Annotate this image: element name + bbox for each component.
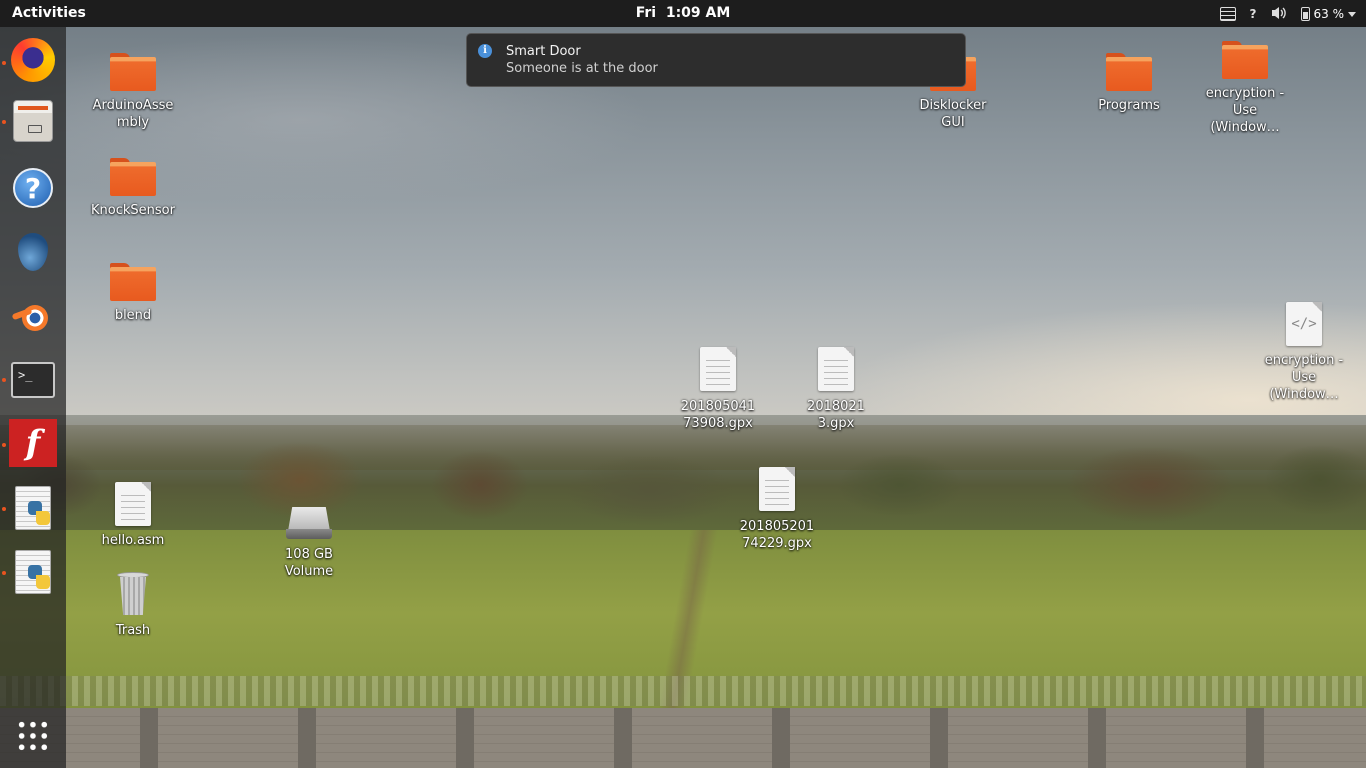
desktop-folder-knocksensor[interactable]: KnockSensor bbox=[85, 158, 181, 219]
desktop-volume[interactable]: 108 GB Volume bbox=[261, 505, 357, 580]
wallpaper-wall bbox=[0, 708, 1366, 768]
dock-fritzing[interactable]: f bbox=[9, 419, 57, 467]
firefox-icon bbox=[11, 38, 55, 82]
info-icon: i bbox=[478, 44, 492, 58]
desktop-icon-label: Disklocker GUI bbox=[919, 98, 987, 130]
desktop-trash[interactable]: Trash bbox=[85, 572, 181, 639]
running-indicator bbox=[2, 571, 6, 575]
text-file-icon bbox=[759, 467, 795, 511]
dock-firefox[interactable] bbox=[9, 36, 57, 84]
top-bar: Activities Fri 1:09 AM ? 63 % bbox=[0, 0, 1366, 27]
battery-percent: 63 % bbox=[1313, 7, 1345, 21]
code-file-icon: </> bbox=[1286, 302, 1322, 346]
clock-area: Fri 1:09 AM bbox=[0, 5, 1366, 21]
desktop-file-encryption[interactable]: </> encryption - Use (Window… bbox=[1256, 302, 1352, 403]
running-indicator bbox=[2, 120, 6, 124]
dock-python-file-2[interactable] bbox=[9, 548, 57, 596]
running-indicator bbox=[2, 507, 6, 511]
desktop-icon-label: 20180504173908.gpx bbox=[680, 399, 756, 431]
dock-drop-app[interactable] bbox=[9, 228, 57, 276]
notification-body: Someone is at the door bbox=[506, 61, 658, 76]
wallpaper-treeline bbox=[0, 425, 1366, 535]
python-file-icon bbox=[15, 486, 51, 530]
drive-icon bbox=[286, 505, 332, 541]
desktop-file-hello-asm[interactable]: hello.asm bbox=[85, 482, 181, 549]
running-indicator bbox=[2, 443, 6, 447]
folder-icon bbox=[110, 53, 156, 91]
dock-help[interactable]: ? bbox=[9, 164, 57, 212]
volume-icon[interactable] bbox=[1271, 6, 1287, 23]
battery-icon bbox=[1300, 7, 1310, 21]
desktop-icon-label: 108 GB Volume bbox=[284, 547, 334, 579]
text-file-icon bbox=[700, 347, 736, 391]
desktop-folder-programs[interactable]: Programs bbox=[1081, 53, 1177, 114]
desktop-icon-label: blend bbox=[114, 308, 152, 323]
trash-icon bbox=[116, 572, 150, 616]
python-file-icon bbox=[15, 550, 51, 594]
system-tray: ? 63 % bbox=[1219, 4, 1356, 24]
desktop-icon-label: hello.asm bbox=[101, 533, 165, 548]
dock: ? >_ f bbox=[0, 27, 66, 768]
folder-icon bbox=[1106, 53, 1152, 91]
wallpaper-fence-wire bbox=[0, 676, 1366, 706]
app-grid-icon[interactable] bbox=[16, 719, 50, 753]
activities-button[interactable]: Activities bbox=[12, 5, 86, 21]
notification-banner[interactable]: i Smart Door Someone is at the door bbox=[466, 33, 966, 87]
drop-icon bbox=[18, 233, 48, 271]
desktop-icon-label: encryption - Use (Window… bbox=[1264, 353, 1344, 402]
desktop-icon-label: ArduinoAssembly bbox=[92, 98, 174, 130]
dock-terminal[interactable]: >_ bbox=[9, 356, 57, 404]
clock-button[interactable]: Fri 1:09 AM bbox=[636, 5, 731, 21]
terminal-icon: >_ bbox=[11, 362, 55, 398]
desktop-icon-label: Trash bbox=[115, 623, 151, 638]
text-file-icon bbox=[115, 482, 151, 526]
dock-blender[interactable] bbox=[9, 292, 57, 340]
desktop-icon-label: encryption - Use (Window… bbox=[1205, 86, 1285, 135]
desktop-folder-encryption[interactable]: encryption - Use (Window… bbox=[1197, 41, 1293, 136]
help-indicator-icon[interactable]: ? bbox=[1250, 7, 1257, 21]
notes-icon[interactable] bbox=[1219, 7, 1236, 21]
help-icon: ? bbox=[13, 168, 53, 208]
desktop-folder-arduinoassembly[interactable]: ArduinoAssembly bbox=[85, 53, 181, 131]
desktop-folder-blend[interactable]: blend bbox=[85, 263, 181, 324]
blender-icon bbox=[12, 297, 54, 335]
desktop-icon-label: 20180520174229.gpx bbox=[739, 519, 815, 551]
running-indicator bbox=[2, 378, 6, 382]
desktop-icon-label: 20180213.gpx bbox=[807, 399, 865, 431]
notification-title: Smart Door bbox=[506, 44, 581, 59]
running-indicator bbox=[2, 61, 6, 65]
desktop-file-gpx-3[interactable]: 20180520174229.gpx bbox=[729, 467, 825, 552]
folder-icon bbox=[1222, 41, 1268, 79]
desktop-icon-label: KnockSensor bbox=[91, 203, 175, 218]
fritzing-icon: f bbox=[9, 419, 57, 467]
chevron-down-icon bbox=[1348, 11, 1356, 17]
folder-icon bbox=[110, 158, 156, 196]
battery-menu[interactable]: 63 % bbox=[1300, 7, 1356, 21]
text-file-icon bbox=[818, 347, 854, 391]
folder-icon bbox=[110, 263, 156, 301]
files-icon bbox=[13, 100, 53, 142]
desktop-file-gpx-2[interactable]: 20180213.gpx bbox=[788, 347, 884, 432]
desktop-file-gpx-1[interactable]: 20180504173908.gpx bbox=[670, 347, 766, 432]
desktop-icon-label: Programs bbox=[1098, 98, 1160, 113]
dock-python-file-1[interactable] bbox=[9, 484, 57, 532]
dock-files[interactable] bbox=[9, 97, 57, 145]
